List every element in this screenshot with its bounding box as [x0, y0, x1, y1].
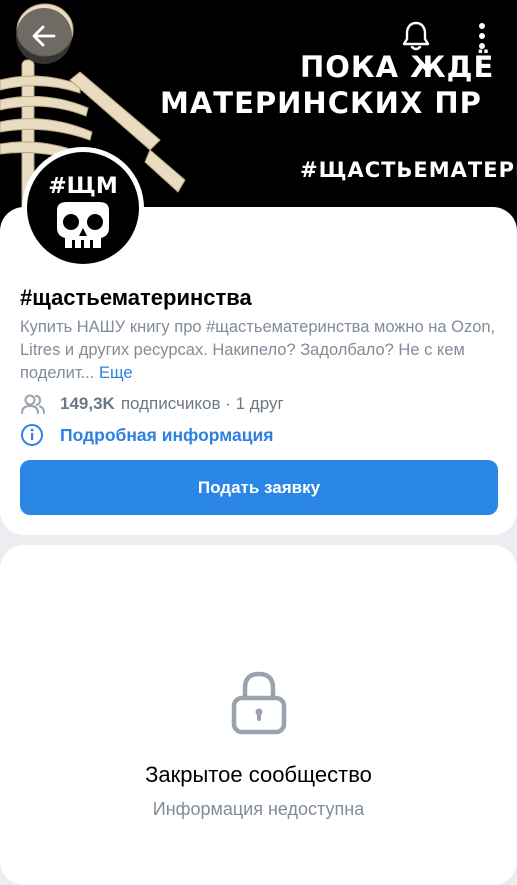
group-name: #щастьематеринства — [20, 285, 252, 310]
users-icon — [21, 394, 45, 414]
back-button[interactable] — [16, 8, 72, 64]
cover-text-line3: #ЩАСТЬЕМАТЕРИН — [300, 158, 517, 182]
closed-community-subtitle: Информация недоступна — [152, 799, 365, 819]
notifications-button[interactable] — [396, 14, 436, 58]
group-description: Купить НАШУ книгу про #щастьематеринства… — [20, 316, 500, 385]
info-circle-icon — [21, 424, 43, 446]
followers-row[interactable]: 149,3K подписчиков · 1 друг — [20, 392, 284, 416]
arrow-left-icon — [32, 25, 56, 47]
avatar-image: #ЩМ — [27, 152, 139, 264]
bell-icon — [402, 21, 430, 51]
avatar[interactable]: #ЩМ — [22, 147, 144, 269]
details-link[interactable]: Подробная информация — [60, 425, 273, 446]
more-vertical-icon — [479, 23, 485, 49]
lock-icon — [231, 671, 287, 735]
followers-label: подписчиков · 1 друг — [120, 394, 284, 413]
cover-text-line2: МАТЕРИНСКИХ ПР — [160, 86, 482, 120]
show-more-link[interactable]: Еще — [99, 364, 133, 382]
followers-count: 149,3K — [60, 394, 115, 413]
skull-icon — [57, 202, 109, 248]
apply-button[interactable]: Подать заявку — [20, 460, 498, 515]
description-text: Купить НАШУ книгу про #щастьематеринства… — [20, 318, 496, 382]
closed-community-title: Закрытое сообщество — [145, 762, 372, 787]
details-link-row[interactable]: Подробная информация — [20, 423, 273, 447]
more-options-button[interactable] — [466, 14, 498, 58]
